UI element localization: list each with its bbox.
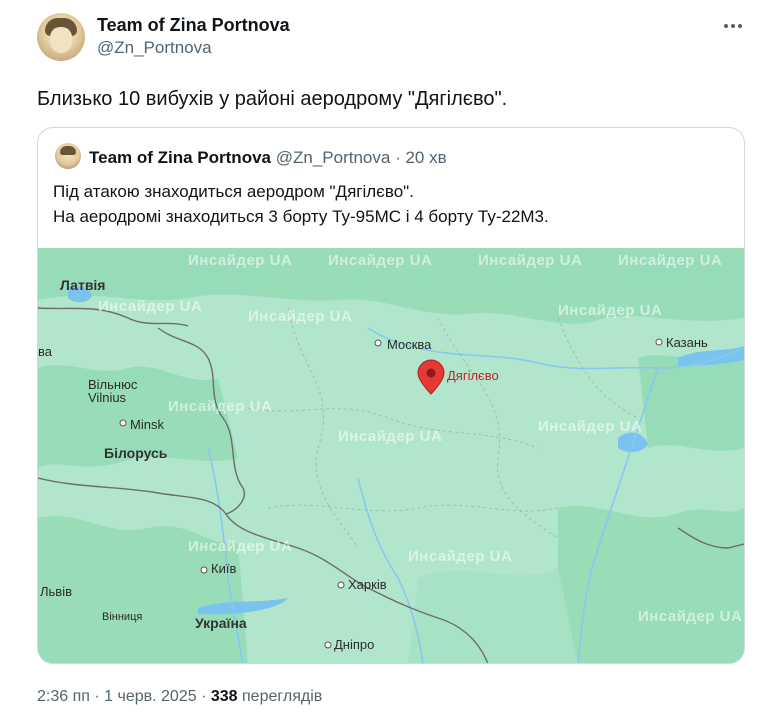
quote-text-line-1: Під атакою знаходиться аеродром "Дягілєв… — [53, 182, 414, 201]
map-pin-icon — [417, 359, 445, 395]
quoted-tweet[interactable]: Team of Zina Portnova @Zn_Portnova · 20 … — [37, 127, 745, 664]
watermark: Инсайдер UA — [188, 538, 293, 555]
post-time[interactable]: 2:36 пп — [37, 688, 90, 705]
watermark: Инсайдер UA — [558, 302, 663, 319]
map-label-dnipro: Дніпро — [334, 637, 375, 652]
view-count-label: переглядів — [242, 688, 323, 705]
watermark: Инсайдер UA — [338, 428, 443, 445]
watermark: Инсайдер UA — [478, 252, 583, 269]
map-label-lviv: Львів — [40, 584, 73, 599]
author-handle[interactable]: @Zn_Portnova — [97, 37, 290, 59]
quote-header: Team of Zina Portnova @Zn_Portnova · 20 … — [89, 147, 447, 169]
quote-author-name: Team of Zina Portnova — [89, 148, 271, 167]
map-label-kyiv: Київ — [211, 561, 237, 576]
map-label-vilnius: Vilnius — [88, 390, 127, 405]
map-label-edge: ва — [38, 344, 52, 359]
map-label-minsk: Minsk — [130, 417, 164, 432]
watermark: Инсайдер UA — [538, 418, 643, 435]
map-label-kharkiv: Харків — [348, 577, 387, 592]
map-label-ukraine: Україна — [195, 615, 247, 631]
author-name[interactable]: Team of Zina Portnova — [97, 14, 290, 36]
map-label-vinnytsia: Вінниця — [102, 611, 143, 623]
map-label-kazan: Казань — [666, 335, 708, 350]
view-count: 338 — [210, 688, 238, 705]
watermark: Инсайдер UA — [188, 252, 293, 269]
tweet-footer: 2:36 пп · 1 черв. 2025 · 338 переглядів — [37, 686, 322, 708]
map-image[interactable]: Инсайдер UA Инсайдер UA Инсайдер UA Инса… — [38, 248, 744, 663]
avatar[interactable] — [37, 13, 85, 61]
watermark: Инсайдер UA — [98, 298, 203, 315]
tweet-text: Близько 10 вибухів у районі аеродрому "Д… — [37, 88, 508, 110]
map-label-belarus: Білорусь — [104, 445, 168, 461]
quote-timestamp: 20 хв — [405, 148, 447, 167]
watermark: Инсайдер UA — [618, 252, 723, 269]
quote-text: Під атакою знаходиться аеродром "Дягілєв… — [53, 179, 549, 229]
watermark: Инсайдер UA — [638, 608, 743, 625]
footer-dot: · — [94, 688, 100, 705]
watermark: Инсайдер UA — [168, 398, 273, 415]
avatar-face — [50, 27, 72, 53]
more-options-icon[interactable] — [719, 16, 747, 36]
map-label-latvia: Латвія — [60, 277, 106, 293]
watermark: Инсайдер UA — [248, 308, 353, 325]
tweet: Team of Zina Portnova @Zn_Portnova Близь… — [0, 0, 761, 725]
post-date[interactable]: 1 черв. 2025 — [104, 688, 196, 705]
footer-dot: · — [201, 688, 207, 705]
quote-author-handle: @Zn_Portnova — [275, 148, 391, 167]
map-label-moscow: Москва — [387, 337, 432, 352]
watermark: Инсайдер UA — [328, 252, 433, 269]
quote-text-line-2: На аеродромі знаходиться 3 борту Ту-95МС… — [53, 207, 549, 226]
map-label-marker: Дягілєво — [447, 368, 499, 383]
quote-avatar — [55, 143, 81, 169]
quote-separator: · — [395, 148, 401, 167]
watermark: Инсайдер UA — [408, 548, 513, 565]
author-block: Team of Zina Portnova @Zn_Portnova — [97, 14, 290, 59]
